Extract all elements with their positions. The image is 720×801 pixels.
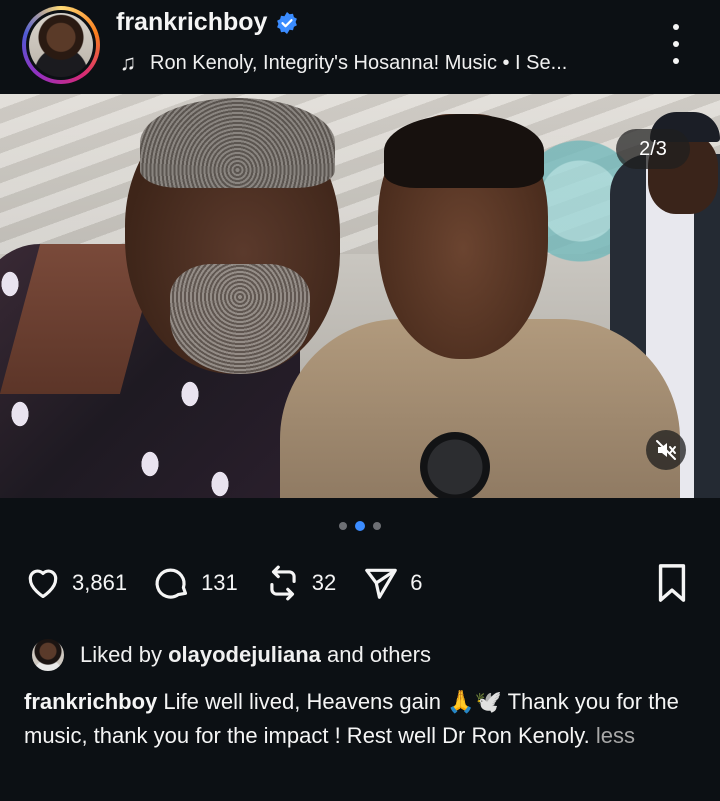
username-row: frankrichboy (116, 8, 299, 37)
image-counter: 2/3 (616, 129, 690, 169)
comment-bubble-icon[interactable] (153, 564, 191, 602)
caption-username[interactable]: frankrichboy (24, 689, 157, 714)
bookmark-icon[interactable] (654, 563, 690, 603)
send-icon[interactable] (362, 564, 400, 602)
liker-avatar[interactable] (30, 637, 66, 673)
speaker-muted-icon (656, 440, 676, 460)
carousel-dot (339, 522, 347, 530)
post-header: frankrichboy ♫ Ron Kenoly, Integrity's H… (0, 0, 720, 94)
like-count[interactable]: 3,861 (72, 570, 127, 596)
share-action[interactable]: 6 (362, 564, 423, 602)
more-vertical-icon[interactable] (664, 24, 688, 64)
repost-icon[interactable] (264, 564, 302, 602)
sunglasses (420, 432, 490, 498)
username[interactable]: frankrichboy (116, 8, 267, 37)
liked-by-text: Liked by olayodejuliana and others (80, 642, 431, 668)
comment-action[interactable]: 131 (153, 564, 238, 602)
music-note-icon: ♫ (119, 50, 137, 75)
liked-by-user[interactable]: olayodejuliana (168, 642, 321, 667)
action-bar: 3,861 131 32 6 (24, 563, 449, 603)
post-image[interactable]: 2/3 (0, 94, 720, 498)
heart-icon[interactable] (24, 564, 62, 602)
elder-beard (170, 264, 310, 374)
repost-count[interactable]: 32 (312, 570, 336, 596)
comment-count[interactable]: 131 (201, 570, 238, 596)
carousel-dot-active (355, 521, 365, 531)
elder-hair (140, 98, 335, 188)
carousel-dot (373, 522, 381, 530)
repost-action[interactable]: 32 (264, 564, 336, 602)
verified-badge-icon (277, 11, 298, 34)
caption-less-toggle[interactable]: less (596, 723, 635, 748)
carousel-indicator (0, 521, 720, 531)
audio-row[interactable]: ♫ Ron Kenoly, Integrity's Hosanna! Music… (116, 50, 568, 76)
avatar-image (29, 13, 93, 77)
avatar (26, 10, 96, 80)
story-ring-avatar[interactable] (22, 6, 100, 84)
liked-by-prefix: Liked by (80, 642, 162, 667)
liked-by-row[interactable]: Liked by olayodejuliana and others (30, 637, 431, 673)
like-action[interactable]: 3,861 (24, 564, 127, 602)
caption: frankrichboy Life well lived, Heavens ga… (24, 685, 704, 753)
audio-title: Ron Kenoly, Integrity's Hosanna! Music •… (150, 51, 568, 74)
liked-by-suffix[interactable]: and others (327, 642, 431, 667)
mute-button[interactable] (646, 430, 686, 470)
share-count[interactable]: 6 (410, 570, 422, 596)
young-man-hair (384, 114, 544, 188)
